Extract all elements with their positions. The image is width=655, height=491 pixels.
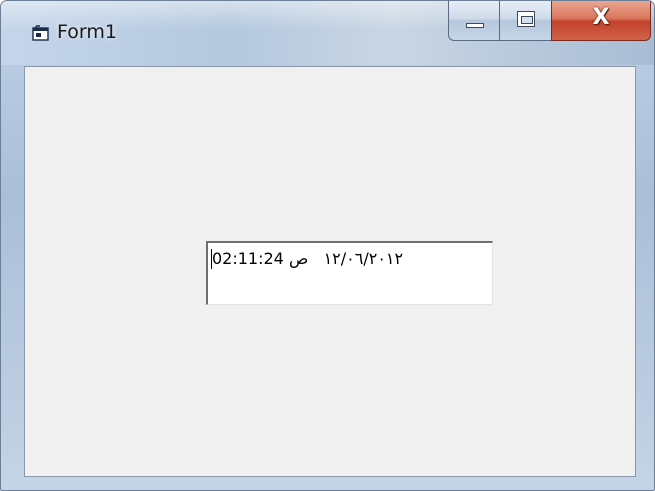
minimize-button[interactable]	[448, 1, 500, 41]
title-bar[interactable]: Form1 X	[1, 1, 654, 65]
close-button[interactable]: X	[551, 1, 651, 41]
window-title: Form1	[57, 21, 117, 43]
form-client-area: 02:11:24 ١٢/٠٦/٢٠١٢ ص	[24, 66, 636, 477]
datetime-textbox[interactable]: 02:11:24 ١٢/٠٦/٢٠١٢ ص	[206, 241, 493, 305]
maximize-icon	[517, 11, 535, 27]
vb-form-icon[interactable]	[32, 25, 50, 42]
caption-buttons: X	[448, 1, 653, 43]
form-window: Form1 X 02:11:24 ١٢/٠٦/٢٠١٢ ص	[0, 0, 655, 491]
close-icon: X	[592, 5, 610, 30]
minimize-icon	[466, 23, 484, 28]
maximize-button[interactable]	[499, 1, 552, 41]
datetime-value: 02:11:24 ١٢/٠٦/٢٠١٢ ص	[212, 249, 404, 268]
